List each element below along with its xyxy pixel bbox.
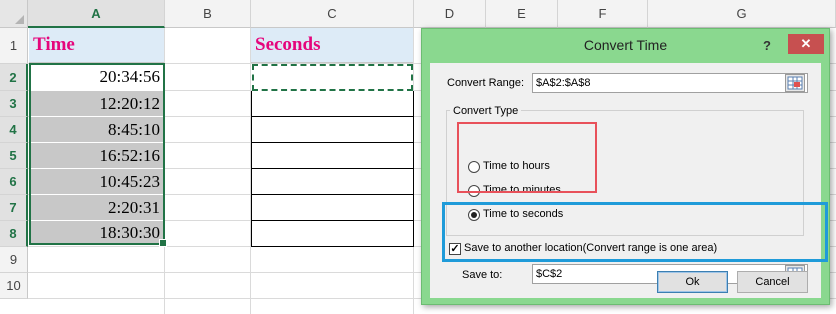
column-header-f[interactable]: F xyxy=(558,0,648,28)
range-grid-icon xyxy=(787,76,803,90)
cell-a8[interactable]: 18:30:30 xyxy=(29,221,164,246)
dialog-body: Convert Range: $A$2:$A$8 Convert Type Ti… xyxy=(430,63,821,298)
row-header-3[interactable]: 3 xyxy=(0,91,28,117)
cell-c6[interactable] xyxy=(251,169,414,195)
cell-a5[interactable]: 16:52:16 xyxy=(29,143,164,169)
radio-time-to-hours[interactable] xyxy=(468,161,480,173)
row-header-4[interactable]: 4 xyxy=(0,117,28,143)
close-button[interactable]: ✕ xyxy=(788,34,824,54)
row-header-6[interactable]: 6 xyxy=(0,169,28,195)
option-label-hours[interactable]: Time to hours xyxy=(483,160,550,172)
column-header-d[interactable]: D xyxy=(414,0,486,28)
cancel-button[interactable]: Cancel xyxy=(737,271,808,293)
row-header-5[interactable]: 5 xyxy=(0,143,28,169)
convert-time-dialog: Convert Time ? ✕ Convert Range: $A$2:$A$… xyxy=(421,28,830,305)
cell-a7[interactable]: 2:20:31 xyxy=(29,195,164,221)
cell-c2-copy-marquee[interactable] xyxy=(252,64,413,91)
cell-c3[interactable] xyxy=(251,91,414,117)
row-header-1[interactable]: 1 xyxy=(0,28,28,64)
convert-range-label: Convert Range: xyxy=(447,77,525,89)
select-all-corner[interactable] xyxy=(0,0,28,28)
cell-a2[interactable]: 20:34:56 xyxy=(29,64,164,91)
cell-c1-seconds-header[interactable]: Seconds xyxy=(251,28,413,63)
cell-c5[interactable] xyxy=(251,143,414,169)
row-header-7[interactable]: 7 xyxy=(0,195,28,221)
column-header-a[interactable]: A xyxy=(28,0,165,28)
help-button[interactable]: ? xyxy=(757,35,777,55)
row-header-8[interactable]: 8 xyxy=(0,221,28,247)
cell-c4[interactable] xyxy=(251,117,414,143)
cell-c8[interactable] xyxy=(251,221,414,247)
option-label-minutes[interactable]: Time to minutes xyxy=(483,184,561,196)
option-label-seconds[interactable]: Time to seconds xyxy=(483,208,563,220)
row-header-9[interactable]: 9 xyxy=(0,247,28,273)
cell-a3[interactable]: 12:20:12 xyxy=(29,91,164,117)
range-picker-icon[interactable] xyxy=(785,74,805,92)
column-header-b[interactable]: B xyxy=(165,0,251,28)
column-header-e[interactable]: E xyxy=(486,0,558,28)
convert-type-label: Convert Type xyxy=(450,105,522,117)
cell-a1-time-header[interactable]: Time xyxy=(29,28,164,63)
column-header-g[interactable]: G xyxy=(648,0,836,28)
save-checkbox-label[interactable]: Save to another location(Convert range i… xyxy=(464,242,717,254)
ok-button[interactable]: Ok xyxy=(657,271,728,293)
row-header-10[interactable]: 10 xyxy=(0,273,28,299)
column-header-c[interactable]: C xyxy=(251,0,414,28)
cell-a6[interactable]: 10:45:23 xyxy=(29,169,164,195)
save-to-another-location-checkbox[interactable]: ✓ xyxy=(449,243,461,255)
save-to-label: Save to: xyxy=(462,269,503,281)
radio-time-to-seconds[interactable] xyxy=(468,209,480,221)
convert-range-input[interactable]: $A$2:$A$8 xyxy=(532,73,808,93)
cell-a4[interactable]: 8:45:10 xyxy=(29,117,164,143)
row-header-2[interactable]: 2 xyxy=(0,64,28,91)
cell-c7[interactable] xyxy=(251,195,414,221)
radio-time-to-minutes[interactable] xyxy=(468,185,480,197)
